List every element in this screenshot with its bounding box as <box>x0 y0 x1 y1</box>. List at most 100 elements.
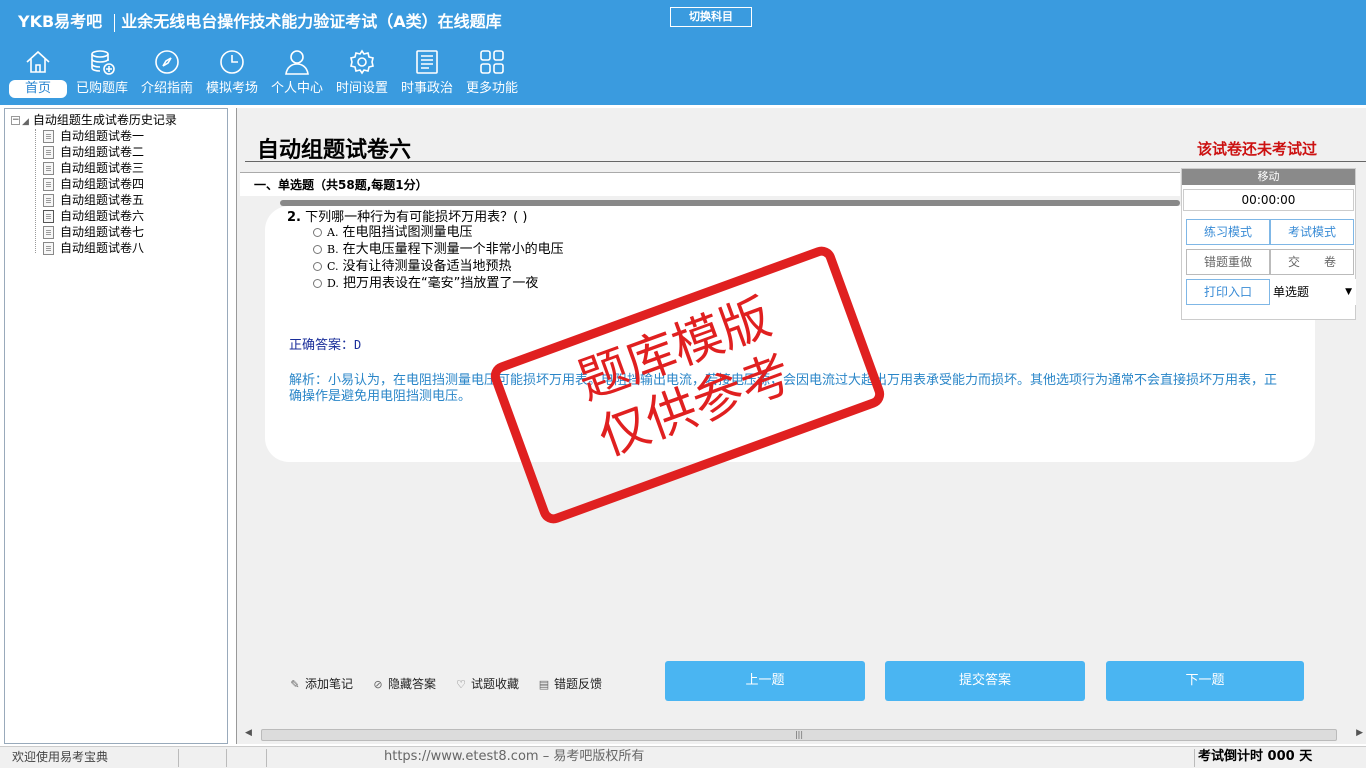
add-note-tool[interactable]: ✎ 添加笔记 <box>289 675 353 692</box>
tree-connector <box>35 129 36 253</box>
grid-icon <box>480 50 504 74</box>
redo-wrong-button[interactable]: 错题重做 <box>1186 249 1270 275</box>
pencil-icon: ✎ <box>290 678 300 691</box>
horizontal-scrollbar[interactable]: ◀ ||| ▶ <box>241 726 1366 744</box>
nav-more[interactable]: 更多功能 <box>460 48 524 104</box>
nav-home-label: 首页 <box>9 80 67 98</box>
paper-title: 自动组题试卷六 <box>257 138 412 163</box>
option-text: 把万用表设在“毫安”挡放置了一夜 <box>342 276 539 291</box>
question-stem: 2. 下列哪一种行为有可能损坏万用表？( ) <box>287 206 527 225</box>
nav-profile[interactable]: 个人中心 <box>265 48 329 104</box>
question-type-select[interactable]: 单选题 ▼ <box>1271 279 1356 305</box>
document-icon <box>43 130 54 143</box>
submit-answer-button[interactable]: 提交答案 <box>885 661 1085 701</box>
compass-icon <box>155 50 179 74</box>
tree-item-label: 自动组题试卷七 <box>60 225 145 239</box>
report-error-tool[interactable]: ▤ 错题反馈 <box>538 675 602 692</box>
document-icon <box>43 162 54 175</box>
prev-question-button[interactable]: 上一题 <box>665 661 865 701</box>
option-text: 没有让待测量设备适当地预热 <box>342 259 512 274</box>
option-letter: C. <box>327 260 339 273</box>
nav-guide[interactable]: 介绍指南 <box>135 48 199 104</box>
app-title-text: 业余无线电台操作技术能力验证考试（A类）在线题库 <box>121 12 502 31</box>
submit-paper-button[interactable]: 交 卷 <box>1270 249 1354 275</box>
exam-timer: 00:00:00 <box>1183 189 1354 211</box>
option-d[interactable]: D. 把万用表设在“毫安”挡放置了一夜 <box>313 275 538 292</box>
status-bar: 欢迎使用易考宝典 https://www.etest8.com – 易考吧版权所… <box>0 746 1366 768</box>
tree-item-label: 自动组题试卷八 <box>60 241 145 255</box>
status-copyright: https://www.etest8.com – 易考吧版权所有 <box>384 749 645 764</box>
scroll-left-icon[interactable]: ◀ <box>245 728 252 738</box>
add-note-label: 添加笔记 <box>305 677 354 691</box>
nav-current-affairs[interactable]: 时事政治 <box>395 48 459 104</box>
answer-label: 正确答案： <box>289 338 355 353</box>
tree-item[interactable]: 自动组题试卷四 <box>43 176 144 192</box>
nav-time-settings-label: 时间设置 <box>335 81 388 96</box>
radio-icon[interactable] <box>313 279 322 288</box>
question-type-value: 单选题 <box>1273 285 1310 299</box>
tree-item-label: 自动组题试卷四 <box>60 177 145 191</box>
document-lock-icon <box>43 210 54 223</box>
tree-item[interactable]: 自动组题试卷八 <box>43 240 144 256</box>
hide-answer-tool[interactable]: ⊘ 隐藏答案 <box>372 675 436 692</box>
practice-mode-button[interactable]: 练习模式 <box>1186 219 1270 245</box>
tree-item-selected[interactable]: 自动组题试卷六 <box>43 208 144 224</box>
tree-item[interactable]: 自动组题试卷五 <box>43 192 144 208</box>
nav-profile-label: 个人中心 <box>270 81 323 96</box>
next-question-button[interactable]: 下一题 <box>1106 661 1304 701</box>
eye-slash-icon: ⊘ <box>373 678 383 691</box>
radio-icon[interactable] <box>313 262 322 271</box>
exam-countdown: 考试倒计时 000 天 <box>1198 749 1313 764</box>
status-divider <box>178 749 179 767</box>
tree-item-label: 自动组题试卷一 <box>60 129 145 143</box>
status-divider <box>226 749 227 767</box>
document-icon <box>43 194 54 207</box>
radio-icon[interactable] <box>313 245 322 254</box>
nav-more-label: 更多功能 <box>465 81 518 96</box>
switch-subject-button[interactable]: 切换科目 <box>670 7 752 27</box>
nav-guide-label: 介绍指南 <box>140 81 193 96</box>
nav-time-settings[interactable]: 时间设置 <box>330 48 394 104</box>
scroll-right-icon[interactable]: ▶ <box>1356 728 1363 738</box>
tree-item-label: 自动组题试卷三 <box>60 161 145 175</box>
control-panel: 移动 00:00:00 练习模式 考试模式 错题重做 交 卷 打印入口 单选题 ▼ <box>1181 168 1356 320</box>
favorite-tool[interactable]: ♡ 试题收藏 <box>455 675 519 692</box>
tree-item[interactable]: 自动组题试卷一 <box>43 128 144 144</box>
app-title: YKB易考吧 业余无线电台操作技术能力验证考试（A类）在线题库 <box>18 8 502 32</box>
option-text: 在电阻挡试图测量电压 <box>342 225 473 240</box>
collapse-icon[interactable]: − <box>11 116 20 125</box>
nav-mock-exam[interactable]: 模拟考场 <box>200 48 264 104</box>
chevron-down-icon: ▼ <box>1345 287 1352 297</box>
correct-answer: 正确答案：D <box>289 334 361 353</box>
print-entry-button[interactable]: 打印入口 <box>1186 279 1270 305</box>
option-a[interactable]: A. 在电阻挡试图测量电压 <box>313 224 472 241</box>
document-icon <box>43 146 54 159</box>
newspaper-icon <box>416 50 438 74</box>
status-welcome: 欢迎使用易考宝典 <box>12 750 109 764</box>
status-divider <box>266 749 267 767</box>
tree-item[interactable]: 自动组题试卷二 <box>43 144 144 160</box>
database-icon <box>91 50 115 75</box>
option-b[interactable]: B. 在大电压量程下测量一个非常小的电压 <box>313 241 564 258</box>
option-letter: A. <box>327 226 339 239</box>
favorite-label: 试题收藏 <box>471 677 520 691</box>
tree-item[interactable]: 自动组题试卷三 <box>43 160 144 176</box>
document-icon <box>43 242 54 255</box>
tree-item-label: 自动组题试卷二 <box>60 145 145 159</box>
radio-icon[interactable] <box>313 228 322 237</box>
title-divider <box>114 13 116 32</box>
option-c[interactable]: C. 没有让待测量设备适当地预热 <box>313 258 512 275</box>
scrollbar-thumb[interactable]: ||| <box>261 729 1337 741</box>
option-letter: B. <box>327 243 339 256</box>
nav-mock-exam-label: 模拟考场 <box>205 81 258 96</box>
clock-icon <box>220 50 244 74</box>
title-underline <box>245 161 1366 162</box>
question-text: 下列哪一种行为有可能损坏万用表？( ) <box>305 210 528 225</box>
move-handle[interactable]: 移动 <box>1182 169 1355 185</box>
tree-item[interactable]: 自动组题试卷七 <box>43 224 144 240</box>
hide-answer-label: 隐藏答案 <box>388 677 437 691</box>
nav-home[interactable]: 首页 <box>6 48 70 104</box>
gear-icon <box>350 49 374 75</box>
nav-purchased[interactable]: 已购题库 <box>70 48 134 104</box>
exam-mode-button[interactable]: 考试模式 <box>1270 219 1354 245</box>
